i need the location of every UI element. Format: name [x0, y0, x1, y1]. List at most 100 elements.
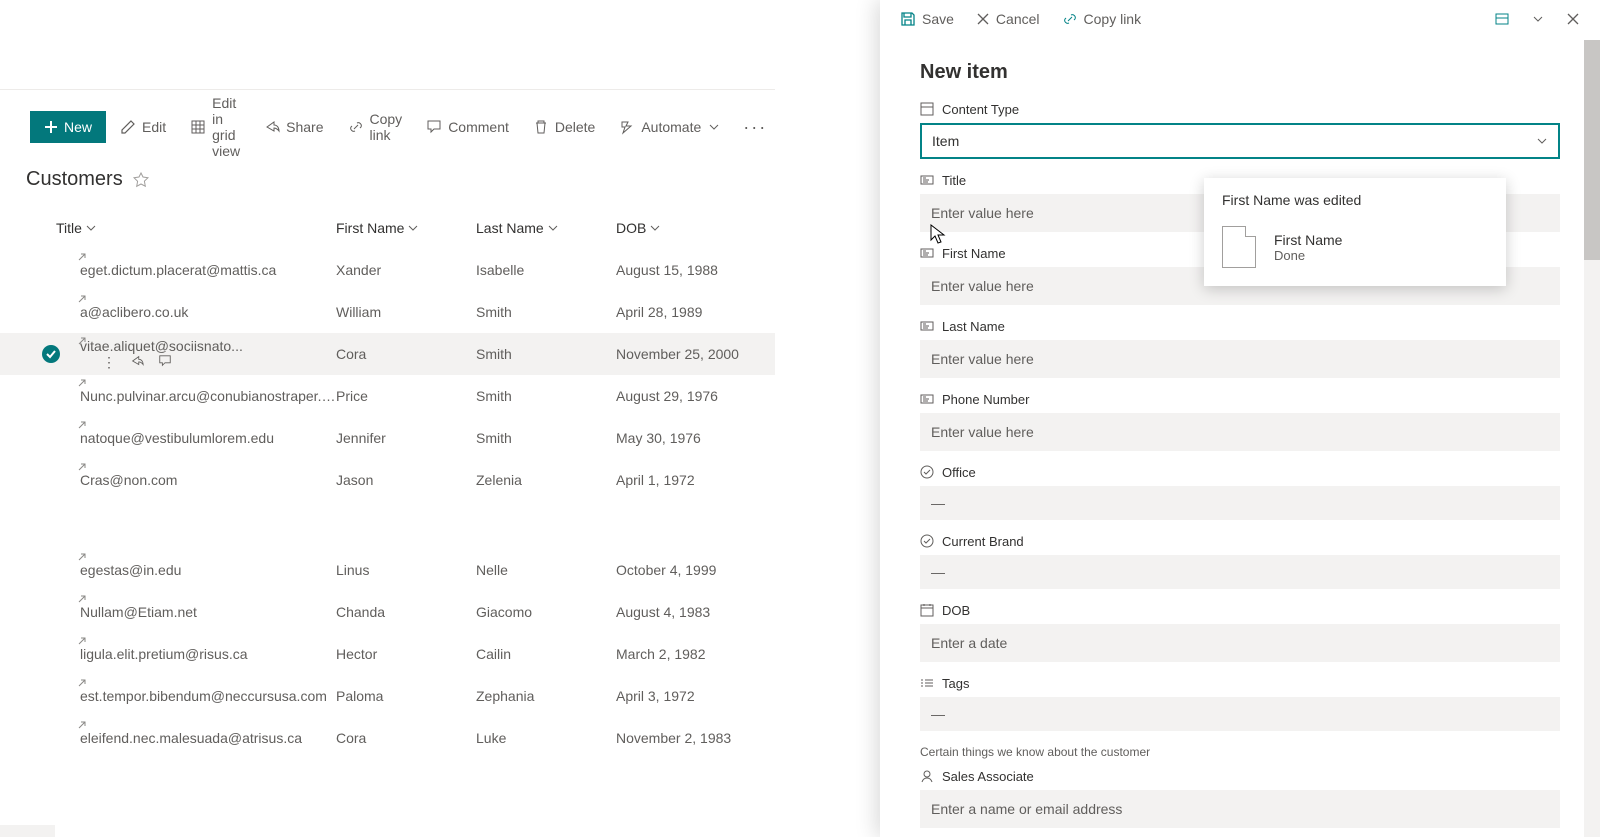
- choice-icon: [920, 534, 934, 548]
- field-content-type: Content Type Item: [920, 102, 1560, 159]
- row-title[interactable]: Nullam@Etiam.net: [56, 604, 336, 620]
- row-dob: August 4, 1983: [616, 604, 776, 620]
- phone-input[interactable]: [920, 413, 1560, 451]
- customers-table: Title First Name Last Name DOB eget.dict…: [0, 207, 775, 759]
- row-title[interactable]: Nunc.pulvinar.arcu@conubianostraper.edu: [56, 388, 336, 404]
- table-row[interactable]: vitae.aliquet@sociisnato...⋮CoraSmithNov…: [0, 333, 775, 375]
- row-first-name: Xander: [336, 262, 476, 278]
- office-label: Office: [942, 465, 976, 480]
- row-last-name: Luke: [476, 730, 616, 746]
- title-label: Title: [942, 173, 966, 188]
- new-item-panel: Save Cancel Copy link New item Content T…: [880, 0, 1600, 837]
- row-last-name: Smith: [476, 304, 616, 320]
- row-title[interactable]: ligula.elit.pretium@risus.ca: [56, 646, 336, 662]
- link-indicator-icon: [78, 637, 86, 645]
- automate-icon: [619, 119, 635, 135]
- table-row[interactable]: a@aclibero.co.ukWilliamSmithApril 28, 19…: [0, 291, 775, 333]
- dob-input[interactable]: [920, 624, 1560, 662]
- panel-edit-form-button[interactable]: [1486, 5, 1518, 33]
- panel-save-button[interactable]: Save: [892, 5, 962, 33]
- row-share-icon[interactable]: [130, 354, 144, 371]
- row-title[interactable]: natoque@vestibulumlorem.edu: [56, 430, 336, 446]
- link-indicator-icon: [78, 721, 86, 729]
- more-actions-button[interactable]: ···: [733, 111, 777, 144]
- row-more-icon[interactable]: ⋮: [102, 354, 116, 371]
- col-title[interactable]: Title: [56, 220, 336, 236]
- delete-button[interactable]: Delete: [523, 113, 605, 141]
- table-row[interactable]: Nunc.pulvinar.arcu@conubianostraper.eduP…: [0, 375, 775, 417]
- field-last-name: Last Name: [920, 319, 1560, 378]
- row-title[interactable]: Cras@non.com: [56, 472, 336, 488]
- tags-input[interactable]: —: [920, 697, 1560, 731]
- panel-copy-link-button[interactable]: Copy link: [1054, 5, 1150, 33]
- form-icon: [1494, 11, 1510, 27]
- table-row[interactable]: ligula.elit.pretium@risus.caHectorCailin…: [0, 633, 775, 675]
- row-first-name: William: [336, 304, 476, 320]
- chevron-down-icon: [548, 223, 558, 233]
- new-button[interactable]: New: [30, 111, 106, 143]
- share-button[interactable]: Share: [254, 113, 333, 141]
- automate-button[interactable]: Automate: [609, 113, 729, 141]
- text-icon: [920, 319, 934, 333]
- edit-button[interactable]: Edit: [110, 113, 176, 141]
- choice-icon: [920, 465, 934, 479]
- toast-body: First Name Done: [1222, 226, 1488, 268]
- horizontal-scrollbar[interactable]: [0, 825, 55, 837]
- table-header: Title First Name Last Name DOB: [0, 207, 775, 249]
- save-icon: [900, 11, 916, 27]
- panel-dropdown-button[interactable]: [1524, 7, 1552, 31]
- last-name-input[interactable]: [920, 340, 1560, 378]
- field-tags: Tags —: [920, 676, 1560, 731]
- row-title[interactable]: est.tempor.bibendum@neccursusa.com: [56, 688, 336, 704]
- row-title[interactable]: eleifend.nec.malesuada@atrisus.ca: [56, 730, 336, 746]
- scroll-thumb[interactable]: [1584, 40, 1600, 260]
- field-dob: DOB: [920, 603, 1560, 662]
- field-brand: Current Brand —: [920, 534, 1560, 589]
- panel-cancel-button[interactable]: Cancel: [968, 5, 1048, 33]
- row-title[interactable]: a@aclibero.co.uk: [56, 304, 336, 320]
- automate-label: Automate: [641, 119, 701, 135]
- sales-associate-input[interactable]: [920, 790, 1560, 828]
- panel-scrollbar[interactable]: [1584, 40, 1600, 837]
- table-row[interactable]: natoque@vestibulumlorem.eduJenniferSmith…: [0, 417, 775, 459]
- field-sales-associate: Sales Associate: [920, 769, 1560, 828]
- list-title: Customers: [26, 168, 123, 191]
- comment-button[interactable]: Comment: [416, 113, 519, 141]
- list-header: Customers: [0, 164, 775, 207]
- text-icon: [920, 392, 934, 406]
- table-row[interactable]: est.tempor.bibendum@neccursusa.comPaloma…: [0, 675, 775, 717]
- content-type-select[interactable]: Item: [920, 123, 1560, 159]
- row-last-name: Zephania: [476, 688, 616, 704]
- col-first-name[interactable]: First Name: [336, 220, 476, 236]
- row-dob: November 25, 2000: [616, 346, 776, 362]
- close-icon: [976, 12, 990, 26]
- row-title[interactable]: vitae.aliquet@sociisnato...⋮: [56, 338, 336, 371]
- office-input[interactable]: —: [920, 486, 1560, 520]
- row-title[interactable]: egestas@in.edu: [56, 562, 336, 578]
- table-row[interactable]: eget.dictum.placerat@mattis.caXanderIsab…: [0, 249, 775, 291]
- link-indicator-icon: [78, 595, 86, 603]
- edit-grid-button[interactable]: Edit in grid view: [180, 89, 250, 165]
- person-icon: [920, 769, 934, 783]
- close-icon: [1566, 12, 1580, 26]
- panel-copy-link-label: Copy link: [1084, 11, 1142, 27]
- brand-input[interactable]: —: [920, 555, 1560, 589]
- copy-link-button[interactable]: Copy link: [338, 105, 413, 149]
- panel-save-label: Save: [922, 11, 954, 27]
- col-last-name[interactable]: Last Name: [476, 220, 616, 236]
- table-row[interactable]: Cras@non.comJasonZeleniaApril 1, 1972: [0, 459, 775, 501]
- panel-close-button[interactable]: [1558, 6, 1588, 32]
- tags-label: Tags: [942, 676, 969, 691]
- link-indicator-icon: [78, 679, 86, 687]
- table-row[interactable]: egestas@in.eduLinusNelleOctober 4, 1999: [0, 549, 775, 591]
- table-row[interactable]: eleifend.nec.malesuada@atrisus.caCoraLuk…: [0, 717, 775, 759]
- favorite-star-icon[interactable]: [133, 172, 149, 188]
- comment-label: Comment: [448, 119, 509, 135]
- row-comment-icon[interactable]: [158, 354, 172, 371]
- row-title[interactable]: eget.dictum.placerat@mattis.ca: [56, 262, 336, 278]
- table-row[interactable]: Nullam@Etiam.netChandaGiacomoAugust 4, 1…: [0, 591, 775, 633]
- toast-field-name: First Name: [1274, 232, 1342, 248]
- content-type-label: Content Type: [920, 102, 1560, 117]
- col-dob[interactable]: DOB: [616, 220, 776, 236]
- link-indicator-icon: [78, 379, 86, 387]
